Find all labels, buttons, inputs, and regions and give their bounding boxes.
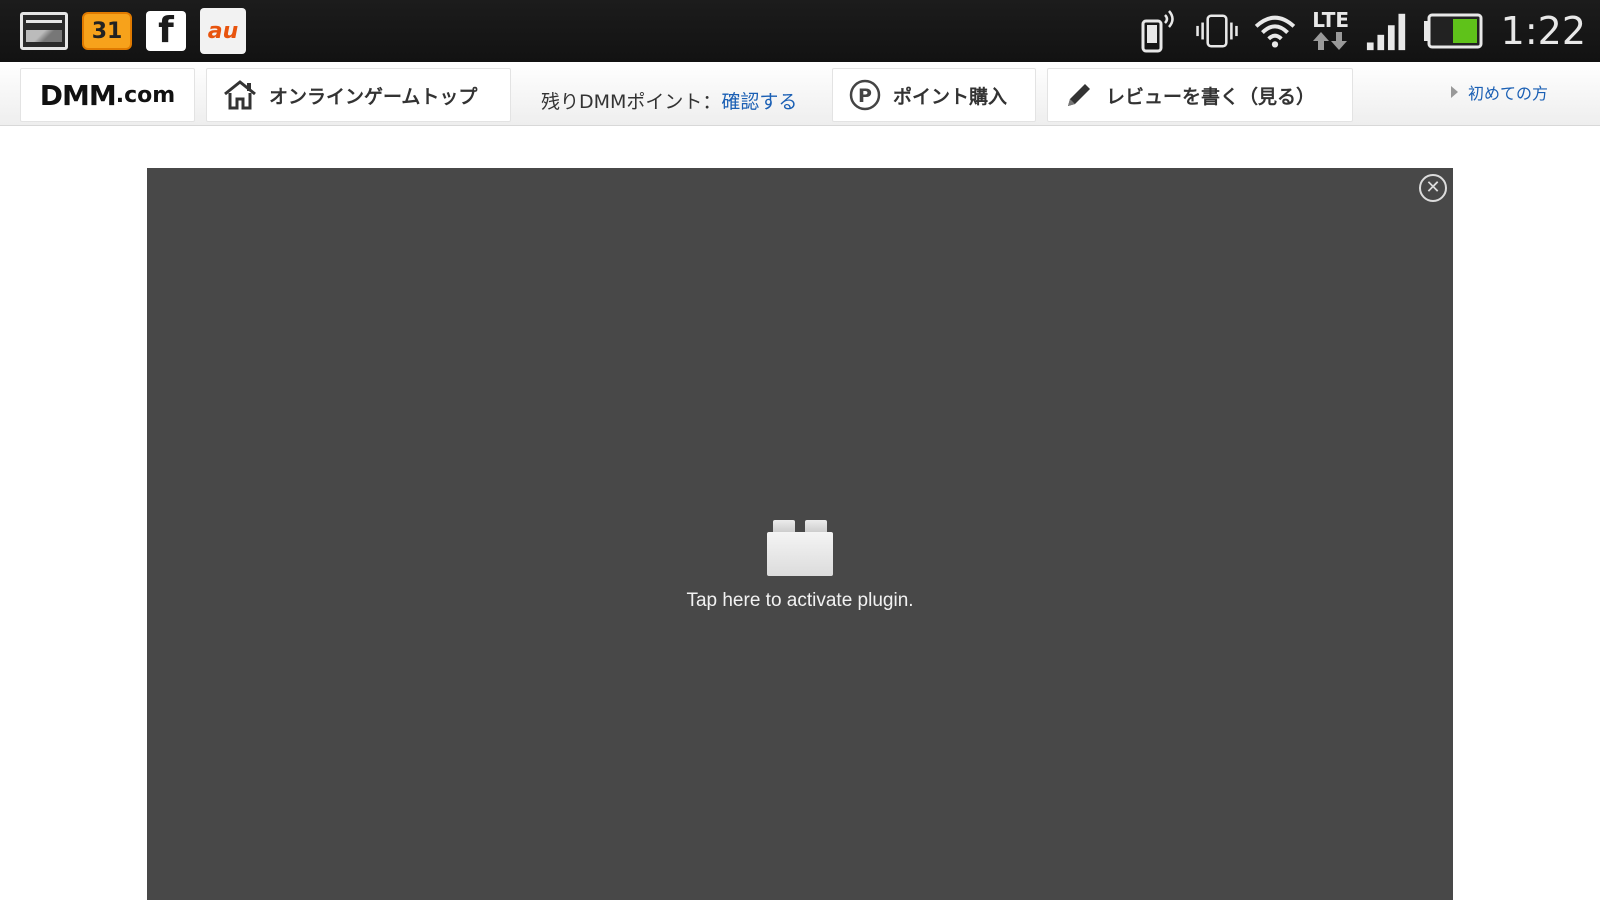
first-time-link[interactable]: 初めての方 <box>1450 80 1548 104</box>
gallery-icon[interactable] <box>20 12 68 50</box>
plugin-area[interactable]: ✕ Tap here to activate plugin. <box>147 168 1453 900</box>
signal-icon <box>1365 9 1409 53</box>
point-p-icon: P <box>849 79 881 111</box>
system-icons: LTE 1:22 <box>1137 0 1586 62</box>
online-game-top-label: オンラインゲームトップ <box>269 85 478 108</box>
dmm-logo[interactable]: DMM .com <box>20 68 195 122</box>
calendar-icon[interactable]: 31 <box>82 12 132 50</box>
wifi-icon <box>1253 9 1297 53</box>
activate-plugin-message: Tap here to activate plugin. <box>686 590 914 611</box>
write-review-label: レビューを書く（見る） <box>1106 85 1316 108</box>
dmm-header: DMM .com オンラインゲームトップ 残りDMMポイント： 確認する P ポ… <box>0 62 1600 126</box>
nfc-phone-icon <box>1137 9 1181 53</box>
lte-label: LTE <box>1312 8 1350 32</box>
vibrate-icon <box>1195 9 1239 53</box>
write-review-button[interactable]: レビューを書く（見る） <box>1047 68 1353 122</box>
notification-icons: 31 f au <box>20 8 246 54</box>
home-icon <box>224 80 256 110</box>
points-label: 残りDMMポイント： <box>541 90 722 113</box>
first-time-label: 初めての方 <box>1467 84 1548 103</box>
battery-icon <box>1423 9 1483 53</box>
lte-indicator: LTE <box>1311 10 1351 52</box>
data-arrows-icon <box>1312 32 1347 50</box>
logo-main: DMM <box>39 78 117 112</box>
svg-text:P: P <box>858 85 872 107</box>
point-purchase-label: ポイント購入 <box>893 85 1008 108</box>
remaining-points: 残りDMMポイント： 確認する <box>525 68 825 122</box>
plugin-brick-icon <box>767 520 833 576</box>
point-purchase-button[interactable]: P ポイント購入 <box>832 68 1036 122</box>
triangle-right-icon <box>1450 86 1458 98</box>
clock: 1:22 <box>1500 9 1586 53</box>
online-game-top-button[interactable]: オンラインゲームトップ <box>206 68 511 122</box>
check-points-link[interactable]: 確認する <box>721 87 797 114</box>
status-bar: 31 f au LTE 1:22 <box>0 0 1600 62</box>
facebook-icon[interactable]: f <box>146 11 186 51</box>
logo-suffix: .com <box>115 82 176 108</box>
pencil-icon <box>1068 84 1090 106</box>
activate-plugin-prompt[interactable]: Tap here to activate plugin. <box>147 520 1453 612</box>
au-icon[interactable]: au <box>200 8 246 54</box>
close-icon[interactable]: ✕ <box>1419 174 1447 202</box>
